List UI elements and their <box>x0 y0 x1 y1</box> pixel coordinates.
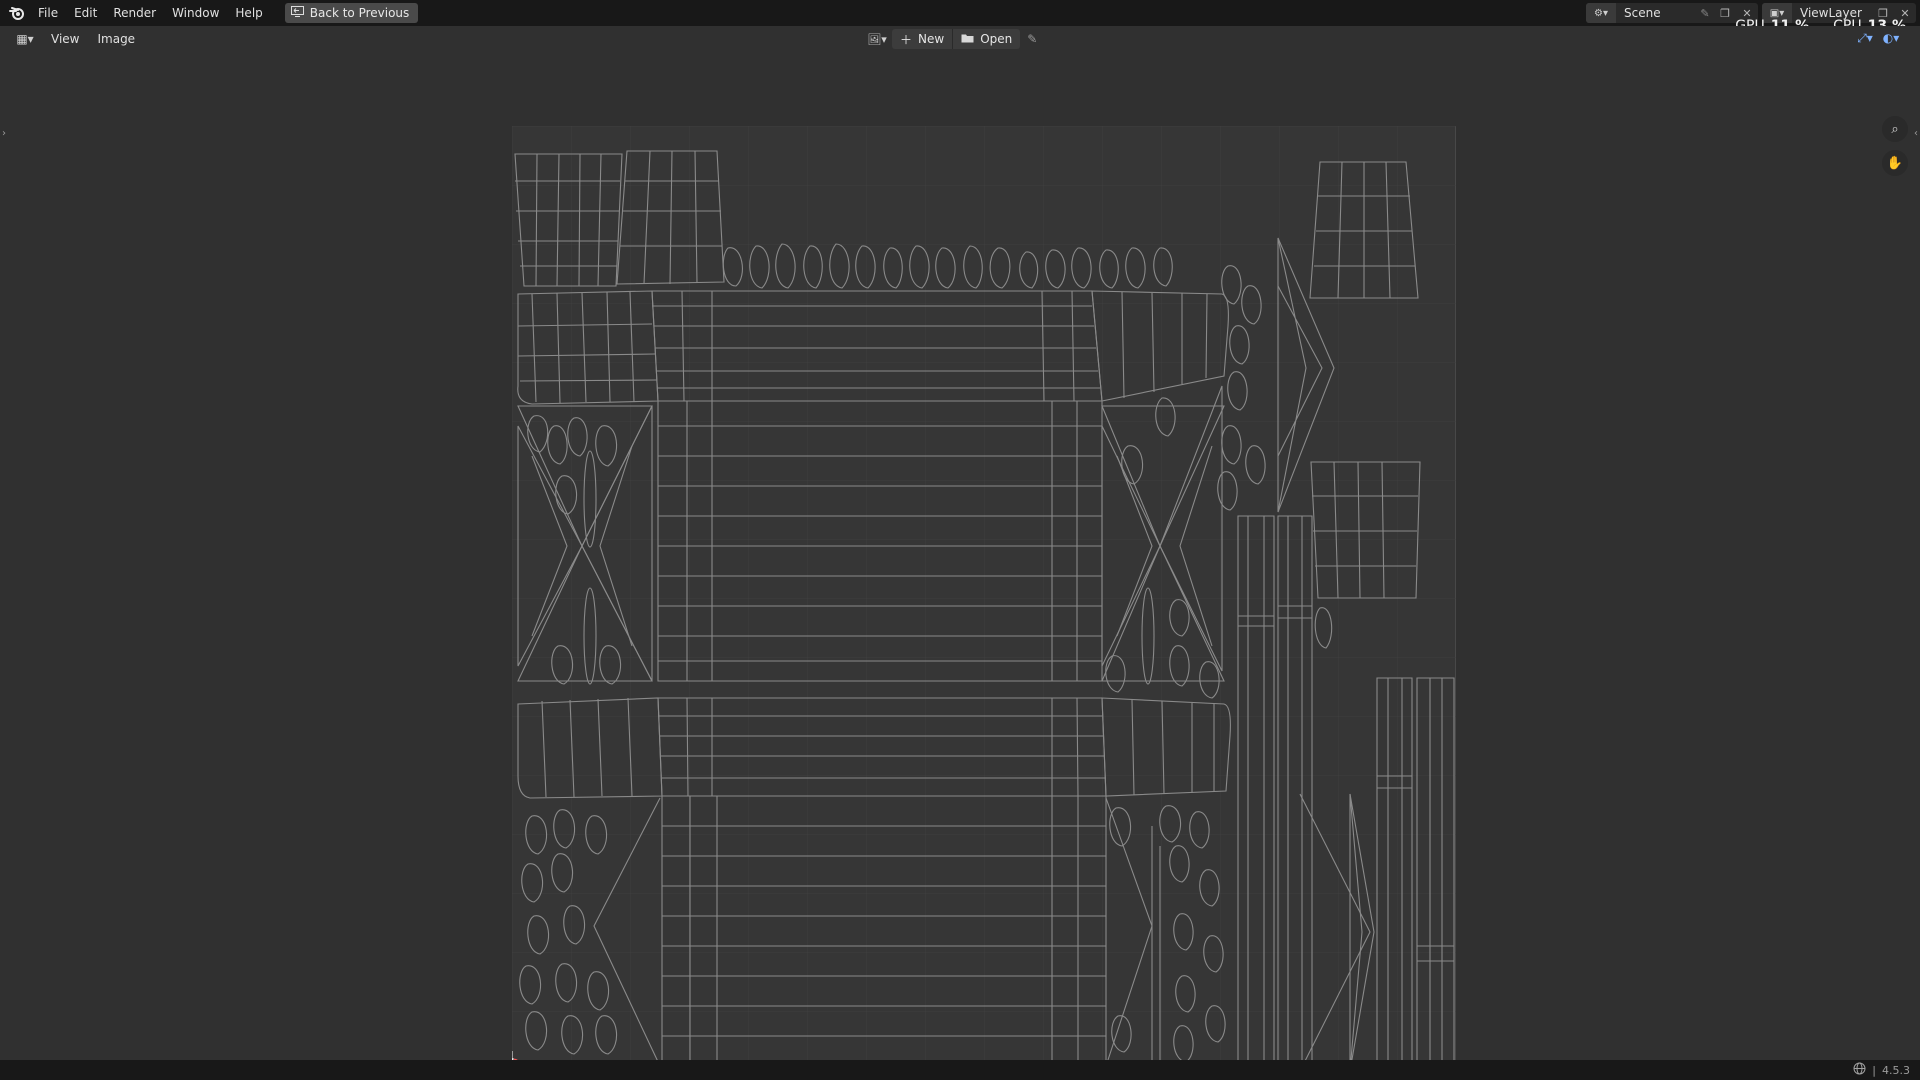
blender-version: 4.5.3 <box>1882 1063 1910 1077</box>
scene-icon: ⚙▾ <box>1586 3 1616 23</box>
globe-icon <box>1853 1062 1866 1078</box>
image-browse-icon[interactable]: 🖼▾ <box>862 29 892 49</box>
open-image-button[interactable]: Open <box>953 29 1021 49</box>
menu-view[interactable]: View <box>42 32 88 46</box>
plus-icon: ＋ <box>900 32 913 47</box>
status-divider: | <box>1872 1063 1876 1077</box>
uv-viewport[interactable]: › ‹ ⌕ ✋ <box>0 52 1920 1069</box>
pin-image-icon[interactable]: ✎ <box>1020 32 1044 46</box>
screen-icon <box>290 6 304 20</box>
editor-type-icon[interactable]: ▦▾ <box>8 28 42 50</box>
menu-help[interactable]: Help <box>227 3 270 23</box>
menu-file[interactable]: File <box>30 3 66 23</box>
header-right-icons: ⤢▾ ◐▾ <box>1854 28 1902 48</box>
folder-icon <box>961 32 974 46</box>
uv-layout[interactable] <box>512 126 1456 1069</box>
top-menu-bar: File Edit Render Window Help Back to Pre… <box>0 0 1920 26</box>
status-bar: | 4.5.3 <box>0 1060 1920 1080</box>
zoom-icon[interactable]: ⌕ <box>1882 116 1908 142</box>
menu-image[interactable]: Image <box>88 32 144 46</box>
menu-window[interactable]: Window <box>164 3 227 23</box>
open-image-label: Open <box>980 32 1013 46</box>
sidebar-toggle-icon[interactable]: ‹ <box>1914 128 1918 139</box>
menu-render[interactable]: Render <box>105 3 164 23</box>
uv-grid <box>512 126 1456 1069</box>
new-image-button[interactable]: ＋ New <box>892 29 954 49</box>
pin-icon[interactable]: ✎ <box>1696 7 1714 20</box>
toolbar-toggle-icon[interactable]: › <box>2 128 6 139</box>
menu-edit[interactable]: Edit <box>66 3 105 23</box>
navigation-gizmo: ⌕ ✋ <box>1882 116 1908 176</box>
back-to-previous-label: Back to Previous <box>309 6 410 20</box>
uv-sync-icon[interactable]: ⤢▾ <box>1854 28 1876 48</box>
pan-hand-icon[interactable]: ✋ <box>1882 150 1908 176</box>
blender-logo-icon[interactable] <box>4 0 30 26</box>
scene-selector[interactable]: ⚙▾ Scene ✎ ❐ ✕ <box>1586 3 1758 23</box>
overlay-icon[interactable]: ◐▾ <box>1880 28 1902 48</box>
new-image-label: New <box>918 32 945 46</box>
image-tools: 🖼▾ ＋ New Open ✎ <box>862 28 1044 50</box>
back-to-previous-button[interactable]: Back to Previous <box>284 3 419 23</box>
new-scene-icon[interactable]: ❐ <box>1714 3 1736 23</box>
scene-name: Scene <box>1624 6 1661 20</box>
